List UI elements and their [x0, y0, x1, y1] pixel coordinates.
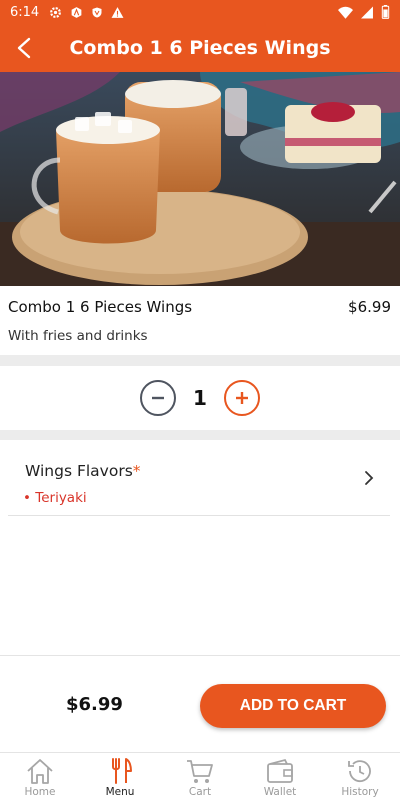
battery-icon — [381, 5, 390, 19]
option-label: Wings Flavors* — [25, 462, 141, 480]
minus-icon — [152, 396, 164, 400]
product-image — [0, 72, 400, 286]
decrease-quantity-button[interactable] — [140, 380, 176, 416]
wings-flavors-option[interactable]: Wings Flavors* • Teriyaki — [8, 450, 390, 516]
home-icon — [27, 759, 53, 784]
nav-home-label: Home — [24, 786, 56, 798]
product-description: With fries and drinks — [8, 328, 148, 344]
checkout-bar: $6.99 ADD TO CART — [0, 655, 400, 752]
selected-option: • Teriyaki — [23, 490, 87, 506]
increase-quantity-button[interactable] — [224, 380, 260, 416]
options-section: Wings Flavors* • Teriyaki — [0, 440, 400, 530]
shield-icon — [92, 7, 102, 17]
quantity-stepper: 1 — [0, 366, 400, 430]
bottom-nav: Home Menu Cart Wallet History — [0, 752, 400, 800]
wifi-icon — [338, 6, 353, 19]
product-name: Combo 1 6 Pieces Wings — [8, 298, 193, 316]
back-button[interactable] — [0, 24, 48, 72]
quantity-value: 1 — [193, 386, 207, 410]
nav-home[interactable]: Home — [0, 753, 80, 800]
warning-icon — [111, 6, 124, 18]
add-to-cart-button[interactable]: ADD TO CART — [200, 684, 386, 728]
nav-menu[interactable]: Menu — [80, 753, 160, 800]
app-bar: Combo 1 6 Pieces Wings — [0, 24, 400, 72]
nav-cart[interactable]: Cart — [160, 753, 240, 800]
cart-icon — [187, 760, 213, 783]
total-price: $6.99 — [66, 694, 123, 715]
plus-icon — [236, 392, 248, 404]
nav-history-label: History — [341, 786, 379, 798]
nav-cart-label: Cart — [188, 786, 212, 798]
nav-history[interactable]: History — [320, 753, 400, 800]
history-icon — [348, 760, 371, 783]
empty-area — [0, 530, 400, 655]
fork-knife-icon — [112, 758, 132, 784]
app-a-icon — [71, 6, 82, 18]
option-label-text: Wings Flavors — [25, 462, 133, 480]
product-info: Combo 1 6 Pieces Wings $6.99 With fries … — [0, 286, 400, 355]
page-title: Combo 1 6 Pieces Wings — [69, 37, 331, 59]
chevron-right-icon — [365, 471, 374, 485]
signal-icon — [361, 6, 373, 18]
wallet-icon — [267, 758, 293, 783]
settings-icon — [50, 6, 62, 18]
nav-wallet[interactable]: Wallet — [240, 753, 320, 800]
required-mark: * — [132, 462, 141, 480]
back-arrow-icon — [17, 37, 31, 59]
status-bar: 6:14 — [0, 0, 400, 24]
nav-menu-label: Menu — [105, 786, 135, 798]
status-time: 6:14 — [10, 4, 40, 20]
nav-wallet-label: Wallet — [263, 786, 297, 798]
product-price: $6.99 — [348, 298, 391, 316]
